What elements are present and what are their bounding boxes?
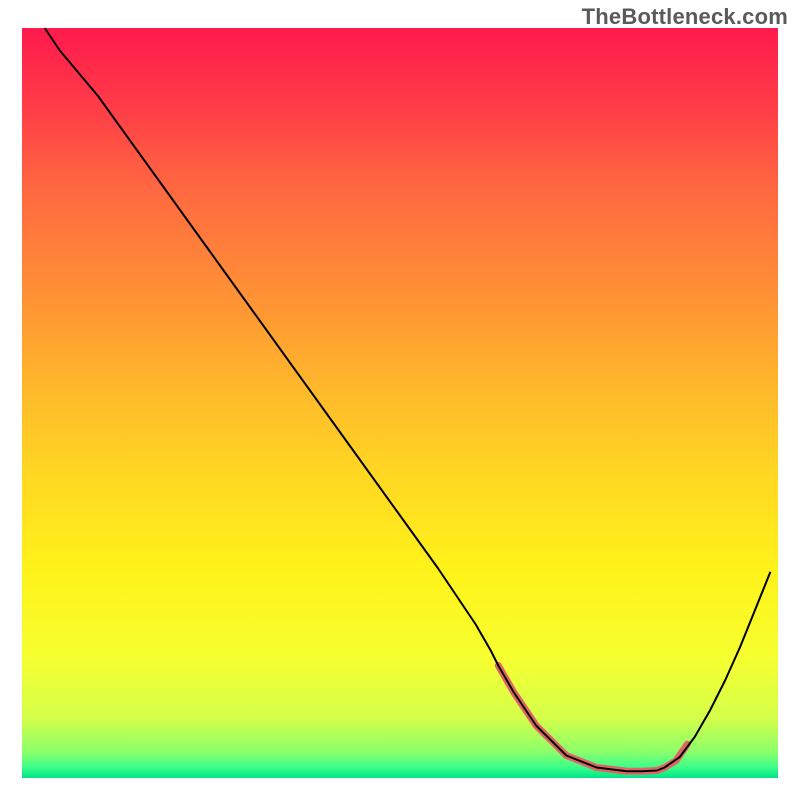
chart-svg: [0, 0, 800, 800]
watermark-text: TheBottleneck.com: [582, 4, 788, 30]
plot-background: [22, 28, 778, 778]
chart-frame: TheBottleneck.com: [0, 0, 800, 800]
